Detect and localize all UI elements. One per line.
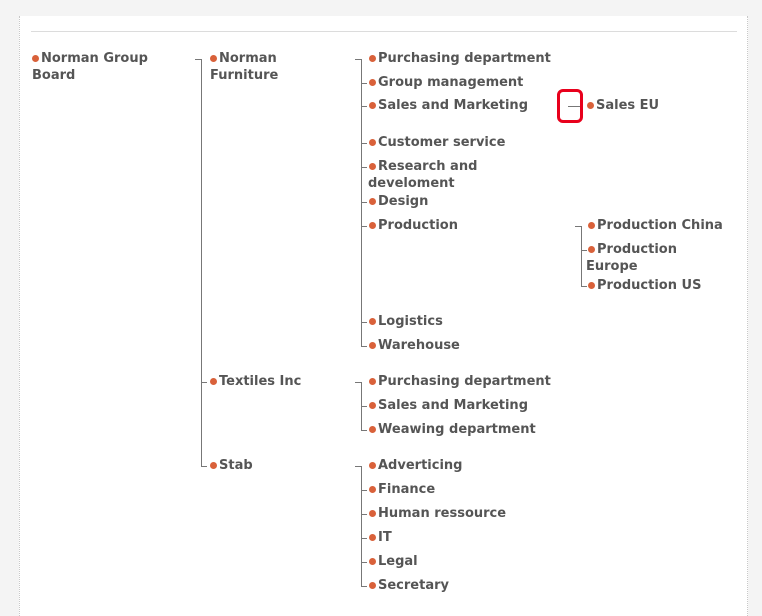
node-label: Production US — [597, 278, 702, 293]
node-bullet-icon — [32, 55, 39, 62]
connector-line — [361, 143, 367, 144]
node-bullet-icon — [210, 462, 217, 469]
node-bullet-icon — [210, 378, 217, 385]
connector-line — [201, 466, 207, 467]
connector-line — [361, 490, 367, 491]
node-label: Legal — [378, 554, 418, 569]
node-label: Secretary — [378, 578, 449, 593]
node-bullet-icon — [210, 55, 217, 62]
node-bullet-icon — [587, 102, 594, 109]
node-label: Sales and Marketing — [378, 98, 528, 113]
node-label: Sales EU — [596, 98, 660, 113]
node-bullet-icon — [369, 486, 376, 493]
node-bullet-icon — [369, 342, 376, 349]
node-label: Warehouse — [378, 338, 460, 353]
connector-line — [581, 226, 582, 286]
node-bullet-icon — [369, 462, 376, 469]
node-label: Customer service — [378, 135, 506, 150]
node-bullet-icon — [588, 222, 595, 229]
node-bullet-icon — [588, 246, 595, 253]
node-bullet-icon — [369, 102, 376, 109]
node-bullet-icon — [369, 163, 376, 170]
node-label: Europe — [586, 259, 638, 274]
node-bullet-icon — [369, 534, 376, 541]
connector-line — [361, 430, 367, 431]
connector-line — [201, 59, 202, 466]
node-label: Human ressource — [378, 506, 507, 521]
connector-line — [581, 250, 587, 251]
node-bullet-icon — [369, 139, 376, 146]
connector-line — [195, 59, 202, 60]
node-label: Production — [597, 242, 677, 257]
node-bullet-icon — [369, 510, 376, 517]
node-label: IT — [378, 530, 392, 545]
connector-line — [361, 538, 367, 539]
node-bullet-icon — [369, 198, 376, 205]
connector-line — [361, 167, 367, 168]
node-label: Norman Group — [41, 51, 148, 66]
connector-line — [361, 322, 367, 323]
node-label: Logistics — [378, 314, 443, 329]
node-label: Board — [32, 68, 76, 83]
connector-line — [361, 346, 367, 347]
node-label: Production China — [597, 218, 723, 233]
node-bullet-icon — [369, 55, 376, 62]
node-label: Weawing department — [378, 422, 536, 437]
connector-line — [361, 514, 367, 515]
node-bullet-icon — [588, 282, 595, 289]
node-label: Production — [378, 218, 458, 233]
connector-line — [361, 586, 367, 587]
node-label: Norman — [219, 51, 277, 66]
node-label: Furniture — [210, 68, 279, 83]
node-label: Textiles Inc — [219, 374, 302, 389]
node-bullet-icon — [369, 558, 376, 565]
connector-line — [361, 226, 367, 227]
node-bullet-icon — [369, 318, 376, 325]
node-bullet-icon — [369, 402, 376, 409]
node-label: Group management — [378, 75, 524, 90]
divider — [31, 31, 737, 32]
node-label: Sales and Marketing — [378, 398, 528, 413]
node-label: Purchasing department — [378, 51, 551, 66]
node-bullet-icon — [369, 426, 376, 433]
connector-line — [361, 106, 367, 107]
node-label: Research and — [378, 159, 478, 174]
node-label: Finance — [378, 482, 436, 497]
connector-line — [361, 202, 367, 203]
connector-line — [361, 406, 367, 407]
connector-line — [361, 466, 362, 586]
connector-line — [361, 83, 367, 84]
connector-line — [201, 382, 207, 383]
node-label: develoment — [368, 176, 455, 191]
node-label: Design — [378, 194, 429, 209]
node-label: Stab — [219, 458, 253, 473]
node-bullet-icon — [369, 79, 376, 86]
node-label: Adverticing — [378, 458, 463, 473]
highlight-box — [557, 89, 583, 123]
connector-line — [575, 226, 582, 227]
node-bullet-icon — [369, 222, 376, 229]
node-bullet-icon — [369, 582, 376, 589]
connector-line — [355, 382, 362, 383]
connector-line — [361, 562, 367, 563]
connector-line — [355, 59, 362, 60]
connector-line — [355, 466, 362, 467]
connector-line — [581, 286, 587, 287]
node-bullet-icon — [369, 378, 376, 385]
node-label: Purchasing department — [378, 374, 551, 389]
